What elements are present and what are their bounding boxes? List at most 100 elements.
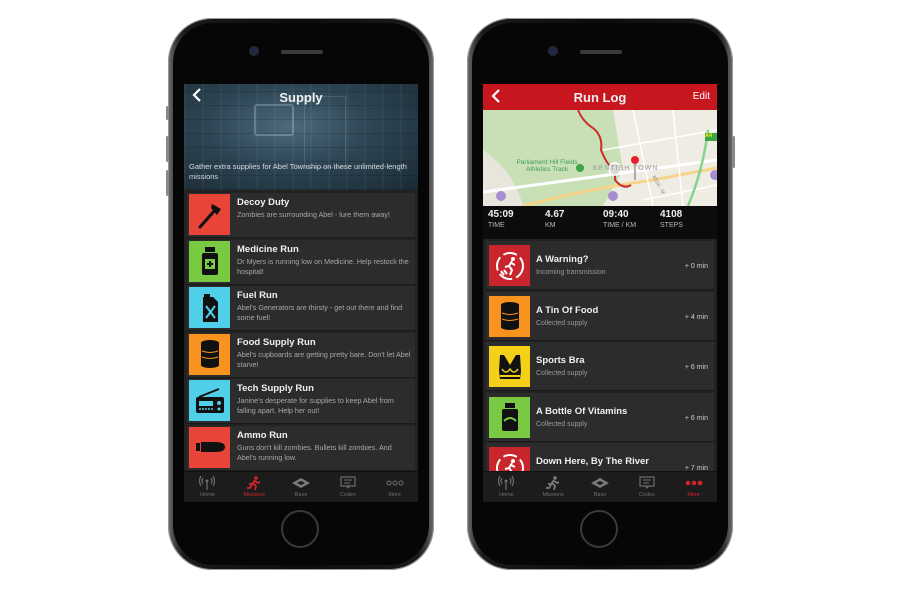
mission-description: Janine's desperate for supplies to keep …: [237, 396, 394, 416]
tab-home[interactable]: Home: [184, 472, 231, 502]
mission-description: Dr Myers is running low on Medicine. Hel…: [237, 256, 409, 276]
tab-base[interactable]: Base: [577, 472, 624, 502]
tab-missions[interactable]: Missions: [530, 472, 577, 502]
stat-distance: 4.67 KM: [545, 209, 565, 229]
location-pin-icon: [631, 156, 639, 164]
mission-item-ammo-run[interactable]: Ammo Run Guns don't kill zombies. Bullet…: [187, 425, 415, 470]
hero-banner: Supply Gather extra supplies for Abel To…: [184, 84, 418, 190]
log-item-a-warning[interactable]: A Warning? Incoming transmission + 0 min: [486, 241, 714, 290]
stat-pace: 09:40 TIME / KM: [603, 209, 637, 229]
mission-description: Abel's Generators are thirsty - get out …: [237, 303, 403, 323]
mission-title: Fuel Run: [237, 290, 278, 302]
mission-item-food-supply-run[interactable]: Food Supply Run Abel's cupboards are get…: [187, 332, 415, 377]
mission-item-decoy-duty[interactable]: Decoy Duty Zombies are surrounding Abel …: [187, 193, 415, 237]
supply-screen: Supply Gather extra supplies for Abel To…: [184, 84, 418, 502]
power-button: [732, 136, 735, 168]
tab-label: Home: [200, 492, 215, 498]
tab-bar: Home Missions Base Codex More: [184, 471, 418, 502]
base-icon: [590, 475, 609, 490]
mission-description: Zombies are surrounding Abel - lure them…: [237, 210, 391, 219]
codex-icon: [639, 475, 655, 490]
log-title: A Bottle Of Vitamins: [536, 405, 628, 417]
tab-more[interactable]: More: [670, 472, 717, 502]
transmission-icon: [489, 245, 530, 286]
axe-icon: [189, 194, 230, 235]
antenna-icon: [498, 475, 515, 490]
edit-button[interactable]: Edit: [693, 91, 710, 102]
antenna-icon: [199, 475, 216, 490]
medicine-bottle-icon: [189, 240, 230, 282]
log-time: + 4 min: [684, 313, 708, 321]
log-time: + 0 min: [684, 263, 708, 270]
right-phone: Run Log Edit Parliament Hill Fields Athl…: [467, 18, 735, 570]
tab-label: More: [388, 492, 401, 498]
tab-home[interactable]: Home: [483, 472, 530, 502]
tab-label: Codex: [339, 492, 356, 498]
more-dots-icon: [685, 475, 703, 490]
mission-list: Decoy Duty Zombies are surrounding Abel …: [184, 191, 418, 473]
more-dots-icon: [386, 475, 404, 490]
log-item-a-tin-of-food[interactable]: A Tin Of Food Collected supply + 4 min: [486, 291, 714, 341]
tab-label: Base: [294, 492, 308, 498]
stat-time: 45:09 TIME: [488, 209, 514, 229]
front-camera: [549, 47, 557, 55]
earpiece-speaker: [580, 50, 622, 54]
mission-title: Tech Supply Run: [237, 383, 314, 395]
log-title: A Warning?: [536, 254, 589, 265]
runner-icon: [546, 475, 560, 490]
run-log-list: A Warning? Incoming transmission + 0 min…: [483, 241, 717, 494]
tab-missions[interactable]: Missions: [231, 472, 278, 502]
left-phone: Supply Gather extra supplies for Abel To…: [166, 18, 434, 570]
station-icon: [608, 191, 618, 201]
station-icon: [496, 191, 506, 201]
earpiece-speaker: [281, 50, 323, 54]
run-stats: 45:09 TIME 4.67 KM 09:40 TIME / KM 4108 STEP…: [483, 206, 717, 239]
log-item-sports-bra[interactable]: Sports Bra Collected supply + 6 min: [486, 342, 714, 392]
stat-steps: 4108 STEPS: [660, 209, 683, 229]
tab-codex[interactable]: Codex: [324, 472, 371, 502]
tab-label: Missions: [542, 492, 564, 498]
tab-more[interactable]: More: [371, 472, 418, 502]
mission-title: Ammo Run: [237, 429, 288, 441]
sports-bra-icon: [489, 346, 530, 388]
rail-line: [686, 129, 710, 206]
codex-icon: [340, 475, 356, 490]
log-title: Down Here, By The River: [536, 456, 649, 468]
tab-label: Home: [499, 492, 514, 498]
tin-can-icon: [189, 333, 230, 375]
log-item-a-bottle-of-vitamins[interactable]: A Bottle Of Vitamins Collected supply + …: [486, 392, 714, 442]
base-icon: [291, 475, 310, 490]
log-subtitle: Incoming transmission: [536, 269, 606, 276]
mission-item-fuel-run[interactable]: Fuel Run Abel's Generators are thirsty -…: [187, 286, 415, 331]
tab-codex[interactable]: Codex: [623, 472, 670, 502]
park-label: Parliament Hill Fields Athletics Track: [516, 159, 578, 173]
mission-description: Abel's cupboards are getting pretty bare…: [237, 349, 411, 369]
station-icon: [710, 170, 717, 180]
tab-label: Base: [593, 492, 607, 498]
tab-label: More: [687, 492, 700, 498]
mission-title: Medicine Run: [237, 243, 299, 255]
log-time: + 6 min: [684, 414, 708, 422]
log-time: + 6 min: [684, 364, 708, 372]
tab-label: Missions: [243, 492, 265, 498]
page-title: Supply: [279, 90, 323, 105]
home-button[interactable]: [281, 510, 319, 548]
tin-can-icon: [489, 295, 530, 337]
tab-base[interactable]: Base: [278, 472, 325, 502]
area-label: KENTISH TOWN: [593, 165, 659, 172]
tab-label: Codex: [638, 492, 655, 498]
volume-down-button: [166, 170, 169, 196]
route-map[interactable]: Parliament Hill Fields Athletics Track K…: [483, 110, 717, 206]
jerry-can-icon: [189, 287, 230, 329]
radio-icon: [189, 380, 230, 422]
log-subtitle: Collected supply: [536, 420, 588, 428]
mission-description: Guns don't kill zombies. Bullets kill zo…: [237, 442, 392, 462]
mission-title: Food Supply Run: [237, 336, 316, 348]
mission-item-medicine-run[interactable]: Medicine Run Dr Myers is running low on …: [187, 239, 415, 284]
log-title: A Tin Of Food: [536, 304, 599, 316]
mission-item-tech-supply-run[interactable]: Tech Supply Run Janine's desperate for s…: [187, 379, 415, 424]
home-button[interactable]: [580, 510, 618, 548]
log-title: Sports Bra: [536, 355, 585, 367]
front-camera: [250, 47, 258, 55]
log-subtitle: Collected supply: [536, 370, 588, 378]
